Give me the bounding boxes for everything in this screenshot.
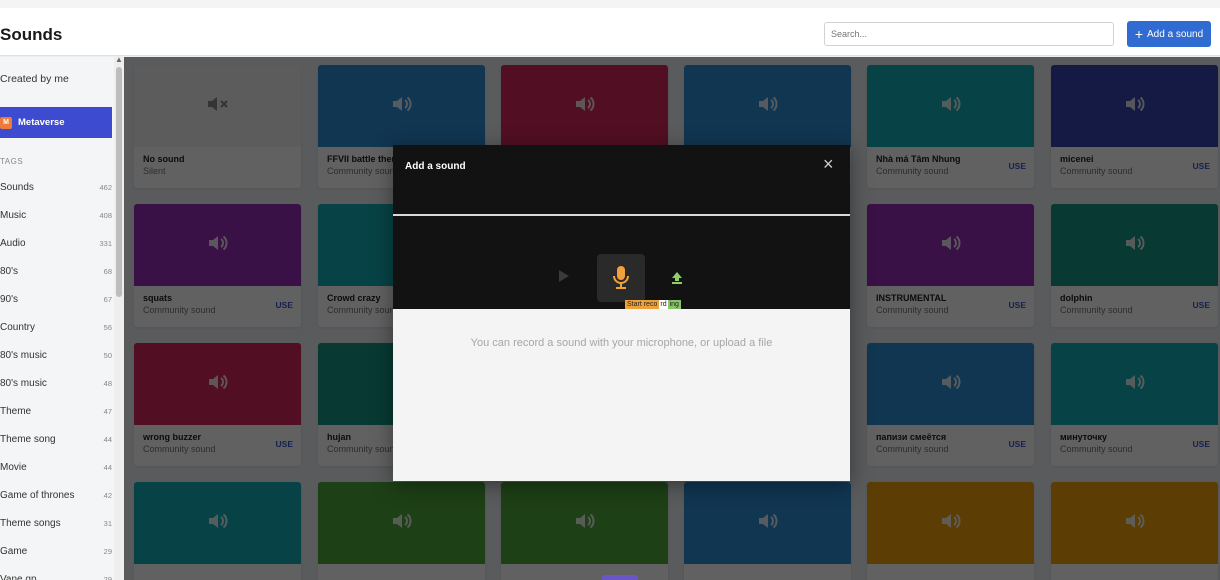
sidebar-tag-count: 48 [103,378,112,388]
sidebar-tag-count: 31 [103,518,112,528]
sidebar-tag-count: 56 [103,322,112,332]
sidebar-tag-label: Movie [0,461,27,473]
sidebar-tag-count: 408 [99,210,112,220]
sidebar-tag-label: 90's [0,293,19,305]
sidebar-tag[interactable]: Theme song 44 [0,426,112,452]
sidebar-tag-label: 80's [0,265,19,277]
scroll-up-icon[interactable]: ▲ [115,55,123,64]
bottom-indicator [602,575,638,580]
sidebar-tag-count: 29 [103,574,112,580]
sidebar-tag[interactable]: Country 56 [0,314,112,340]
sidebar-tag[interactable]: Movie 44 [0,454,112,480]
sidebar-tag-label: Audio [0,237,26,249]
sidebar-tag[interactable]: Audio 331 [0,230,112,256]
sidebar-tag[interactable]: 80's music 50 [0,342,112,368]
add-sound-label: Add a sound [1147,28,1204,40]
plus-icon: + [1134,26,1143,42]
sidebar-tag[interactable]: 90's 67 [0,286,112,312]
sidebar-scrollbar[interactable]: ▲ [114,55,124,580]
sidebar-tag-count: 462 [99,182,112,192]
sidebar-tag[interactable]: Music 408 [0,202,112,228]
sidebar-tag-count: 47 [103,406,112,416]
sidebar-tag[interactable]: Sounds 462 [0,174,112,200]
sidebar-tag[interactable]: 80's music 48 [0,370,112,396]
modal-title: Add a sound [405,161,466,172]
play-icon[interactable] [559,270,569,282]
tags-heading: TAGS [0,157,24,166]
sidebar-tag-count: 44 [103,434,112,444]
close-icon[interactable]: × [823,155,834,173]
add-sound-button[interactable]: + Add a sound [1127,21,1211,47]
sidebar: Created by me M Metaverse TAGS Sounds 462… [0,55,124,580]
sidebar-tag[interactable]: Game 29 [0,538,112,564]
sidebar-tag[interactable]: Theme 47 [0,398,112,424]
sidebar-tag-label: Vane gp [0,573,37,580]
sidebar-tag-label: 80's music [0,349,47,361]
sidebar-tag[interactable]: 80's 68 [0,258,112,284]
sidebar-tag-count: 50 [103,350,112,360]
sidebar-tag-count: 68 [103,266,112,276]
sidebar-tag[interactable]: Game of thrones 42 [0,482,112,508]
sidebar-tag-count: 29 [103,546,112,556]
page-title: Sounds [0,25,63,44]
sidebar-tag-count: 42 [103,490,112,500]
sidebar-item-metaverse[interactable]: M Metaverse [0,107,112,138]
sidebar-tag[interactable]: Vane gp 29 [0,566,112,580]
search-input[interactable] [824,22,1114,46]
sidebar-tag-label: Theme song [0,433,56,445]
sidebar-tag-label: Game [0,545,28,557]
microphone-icon [613,266,629,289]
sidebar-tag[interactable]: Theme songs 31 [0,510,112,536]
sidebar-tag-label: Theme songs [0,517,61,529]
metaverse-label: Metaverse [18,117,65,128]
sidebar-item-created-by-me[interactable]: Created by me [0,73,69,85]
header: Sounds + Add a sound [0,8,1220,56]
modal-body: You can record a sound with your microph… [393,309,850,481]
sidebar-tag-label: Music [0,209,27,221]
sidebar-tag-label: Theme [0,405,32,417]
metaverse-logo-icon: M [0,116,12,129]
modal-hint: You can record a sound with your microph… [470,337,773,349]
upload-icon[interactable] [671,272,683,284]
modal-header: Add a sound × [393,145,850,214]
recorder-panel [393,216,850,309]
sidebar-tag-count: 331 [99,238,112,248]
sidebar-tag-count: 67 [103,294,112,304]
sidebar-tag-label: Game of thrones [0,489,75,501]
top-band [0,0,1220,8]
add-sound-modal: Add a sound × Start reco rd ing You can re… [393,145,850,481]
sidebar-tag-count: 44 [103,462,112,472]
sidebar-tag-label: Sounds [0,181,34,193]
sidebar-tag-label: 80's music [0,377,47,389]
sidebar-scrollbar-thumb[interactable] [116,67,122,297]
sidebar-tag-label: Country [0,321,36,333]
record-button[interactable] [597,254,645,302]
